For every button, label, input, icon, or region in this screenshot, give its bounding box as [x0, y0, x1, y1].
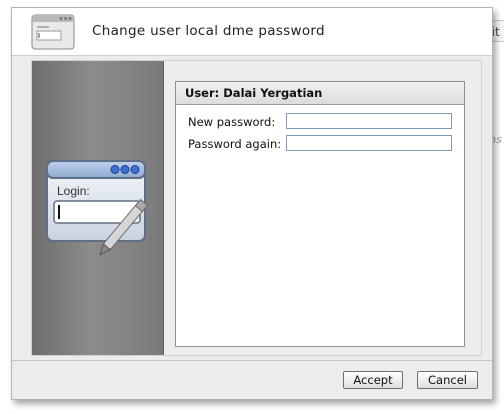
login-art-text: Login: — [57, 184, 90, 198]
dialog-title: Change user local dme password — [92, 23, 325, 39]
password-again-label: Password again: — [188, 137, 282, 151]
cancel-button[interactable]: Cancel — [417, 371, 478, 389]
change-password-dialog: Change user local dme password Login: Us… — [11, 7, 493, 400]
accept-button[interactable]: Accept — [343, 371, 403, 389]
new-password-input[interactable] — [286, 113, 452, 129]
dialog-content: Login: User: Dalai Yergatian New passwor… — [31, 60, 482, 356]
side-image-panel: Login: — [32, 61, 164, 355]
user-heading: User: Dalai Yergatian — [176, 82, 464, 105]
new-password-label: New password: — [188, 115, 276, 129]
dialog-header: Change user local dme password — [12, 8, 492, 56]
password-again-input[interactable] — [286, 135, 452, 151]
footer-divider — [12, 360, 492, 361]
login-window-icon: Login: — [46, 160, 149, 256]
password-form: User: Dalai Yergatian New password: Pass… — [175, 81, 465, 347]
window-form-icon — [31, 14, 75, 50]
